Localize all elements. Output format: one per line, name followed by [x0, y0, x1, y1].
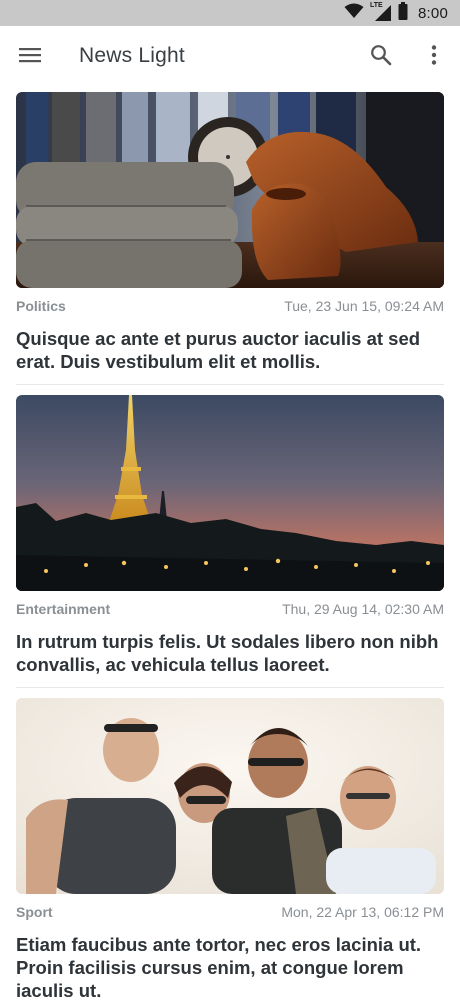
- search-button[interactable]: [366, 42, 396, 72]
- search-icon: [370, 44, 392, 71]
- status-bar: LTE 8:00: [0, 0, 460, 26]
- article-date: Thu, 29 Aug 14, 02:30 AM: [282, 601, 444, 617]
- article-image-friends: [16, 698, 444, 894]
- article-category: Sport: [16, 904, 53, 920]
- article-image-eiffel: [16, 395, 444, 591]
- article-headline: Quisque ac ante et purus auctor iaculis …: [16, 328, 421, 372]
- menu-button[interactable]: [14, 43, 46, 71]
- more-options-button[interactable]: [420, 42, 448, 72]
- app-title: News Light: [79, 44, 185, 67]
- article-divider: [16, 384, 444, 385]
- article-meta: Sport Mon, 22 Apr 13, 06:12 PM: [16, 904, 444, 920]
- article-date: Mon, 22 Apr 13, 06:12 PM: [281, 904, 444, 920]
- article-date: Tue, 23 Jun 15, 09:24 AM: [284, 298, 444, 314]
- article-meta: Politics Tue, 23 Jun 15, 09:24 AM: [16, 298, 444, 314]
- battery-icon: [398, 1, 408, 25]
- status-icons: LTE 8:00: [344, 1, 448, 25]
- article-category: Politics: [16, 298, 66, 314]
- cellular-signal-icon: LTE: [370, 2, 392, 22]
- article-category: Entertainment: [16, 601, 111, 617]
- article-headline: Etiam faucibus ante tortor, nec eros lac…: [16, 934, 422, 1001]
- article-headline: In rutrum turpis felis. Ut sodales liber…: [16, 631, 439, 675]
- more-vert-icon: [431, 44, 437, 70]
- wifi-icon: [344, 3, 364, 24]
- menu-icon: [19, 47, 41, 68]
- article-card[interactable]: Politics Tue, 23 Jun 15, 09:24 AM Quisqu…: [16, 92, 444, 373]
- article-divider: [16, 687, 444, 688]
- article-image-shoes: [16, 92, 444, 288]
- status-time: 8:00: [418, 4, 448, 22]
- article-meta: Entertainment Thu, 29 Aug 14, 02:30 AM: [16, 601, 444, 617]
- article-card[interactable]: Entertainment Thu, 29 Aug 14, 02:30 AM I…: [16, 395, 444, 676]
- app-bar: News Light: [0, 26, 460, 88]
- article-card[interactable]: Sport Mon, 22 Apr 13, 06:12 PM Etiam fau…: [16, 698, 444, 1002]
- news-feed: Politics Tue, 23 Jun 15, 09:24 AM Quisqu…: [16, 92, 444, 1002]
